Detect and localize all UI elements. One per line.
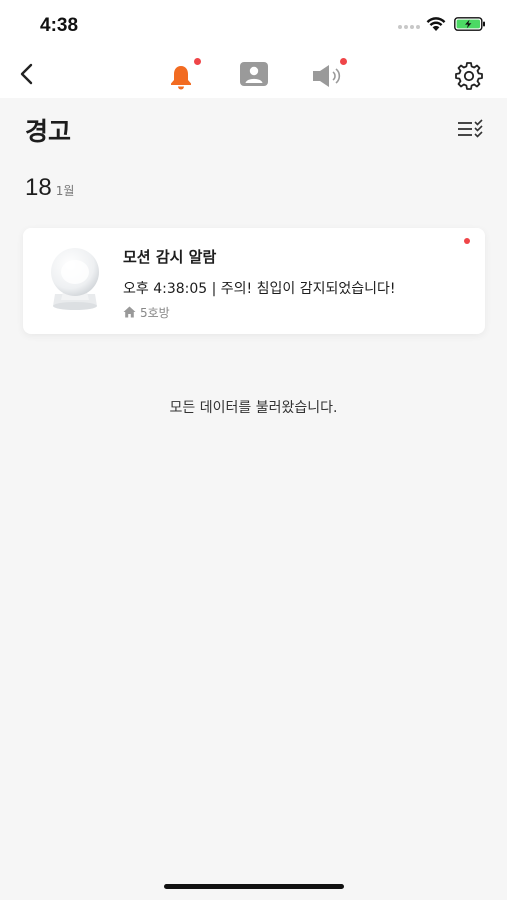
alert-card[interactable]: 모션 감시 알람 오후 4:38:05 | 주의! 침입이 감지되었습니다! 5… [23, 228, 485, 334]
home-indicator[interactable] [164, 884, 344, 889]
notification-badge [340, 58, 347, 65]
status-time: 4:38 [40, 15, 79, 36]
alert-room-label: 5호방 [140, 306, 170, 320]
bell-icon [171, 66, 191, 90]
tab-sound[interactable] [311, 58, 347, 90]
tab-contacts[interactable] [238, 60, 270, 88]
home-icon [123, 306, 136, 318]
all-loaded-text: 모든 데이터를 불러왔습니다. [169, 400, 338, 416]
unread-dot [464, 238, 470, 244]
wifi-icon [426, 17, 446, 31]
gear-icon[interactable] [454, 60, 484, 90]
date-header: 18 1월 [25, 174, 74, 202]
list-check-icon[interactable] [456, 118, 484, 140]
alert-title: 모션 감시 알람 [123, 248, 217, 266]
back-arrow-icon[interactable] [14, 60, 42, 88]
battery-charging-icon [454, 17, 485, 31]
alert-message: 오후 4:38:05 | 주의! 침입이 감지되었습니다! [123, 281, 396, 297]
signal-dots-icon [398, 25, 420, 29]
page-title: 경고 [25, 117, 72, 146]
tab-alerts[interactable] [166, 58, 201, 90]
date-month: 1월 [55, 184, 75, 198]
notification-badge [194, 58, 201, 65]
person-icon [240, 62, 268, 86]
date-day: 18 [25, 174, 52, 201]
motion-sensor-image [51, 248, 99, 310]
speaker-icon [313, 65, 341, 87]
nav-bar [0, 50, 507, 98]
status-bar: 4:38 [0, 0, 507, 50]
alert-room: 5호방 [123, 304, 170, 321]
